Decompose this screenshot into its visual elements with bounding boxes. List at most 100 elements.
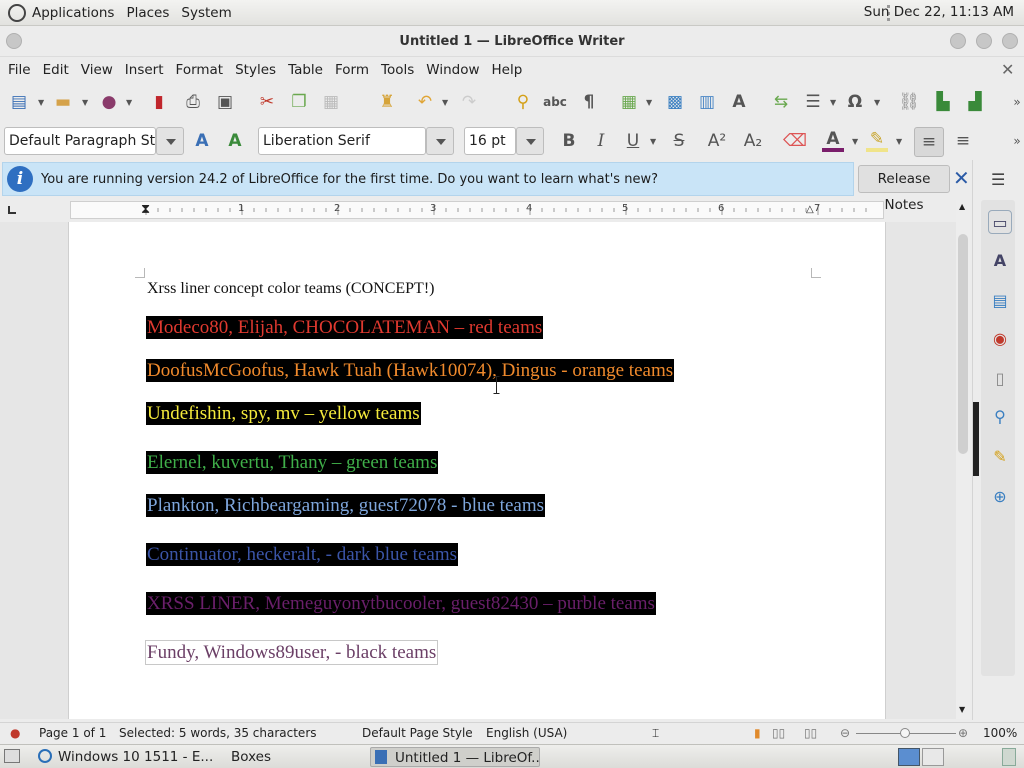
team-line-red[interactable]: Modeco80, Elijah, CHOCOLATEMAN – red tea… <box>146 316 544 339</box>
menu-file[interactable]: File <box>2 62 37 78</box>
left-indent-marker-icon[interactable]: ⧗ <box>141 203 150 217</box>
menu-help[interactable]: Help <box>486 62 529 78</box>
new-dropdown-icon[interactable]: ▼ <box>38 98 46 107</box>
design-icon[interactable]: ⊕ <box>988 484 1012 508</box>
menu-format[interactable]: Format <box>170 62 230 78</box>
font-size-dropdown-button[interactable] <box>516 127 544 155</box>
single-page-view-icon[interactable]: ▯▯ <box>772 726 785 740</box>
spelling-icon[interactable]: abc <box>543 91 567 113</box>
insert-hyperlink-icon[interactable]: ⛓ <box>898 91 920 113</box>
align-center-icon[interactable]: ≡ <box>952 130 974 152</box>
highlight-color-icon[interactable]: ✎ <box>866 129 888 152</box>
redo-icon[interactable]: ↷ <box>458 91 480 113</box>
insert-chart-icon[interactable]: ▥ <box>696 91 718 113</box>
taskbar-item-boxes[interactable]: Boxes <box>231 747 311 767</box>
menu-edit[interactable]: Edit <box>37 62 75 78</box>
menu-styles[interactable]: Styles <box>229 62 282 78</box>
document-heading[interactable]: Xrss liner concept color teams (CONCEPT!… <box>146 277 435 300</box>
navigator-icon[interactable]: ◉ <box>988 326 1012 350</box>
copy-icon[interactable]: ❐ <box>288 91 310 113</box>
align-left-icon[interactable]: ≡ <box>914 127 944 157</box>
panel-menu-system[interactable]: System <box>175 5 237 21</box>
show-desktop-icon[interactable] <box>4 749 20 763</box>
page-style[interactable]: Default Page Style <box>362 726 473 740</box>
selection-mode-icon[interactable]: ⌶ <box>652 726 659 741</box>
paragraph-style-dropdown-button[interactable] <box>156 127 184 155</box>
menu-form[interactable]: Form <box>329 62 375 78</box>
underline-dropdown-icon[interactable]: ▼ <box>650 137 658 146</box>
font-name-combo[interactable]: Liberation Serif <box>258 127 426 155</box>
team-line-orange[interactable]: DoofusMcGoofus, Hawk Tuah (Hawk10074), D… <box>146 359 675 382</box>
insert-footnote-icon[interactable]: ▙ <box>932 91 954 113</box>
print-preview-icon[interactable]: ▣ <box>214 91 236 113</box>
new-document-icon[interactable]: ▤ <box>8 91 30 113</box>
book-view-icon[interactable]: ▯▯ <box>804 726 817 740</box>
clone-formatting-icon[interactable]: ♜ <box>376 91 398 113</box>
document-modified-icon[interactable]: ● <box>10 726 20 740</box>
workspace-switcher[interactable] <box>898 748 920 766</box>
scrollbar-thumb[interactable] <box>958 234 968 454</box>
close-document-icon[interactable]: ✕ <box>1001 60 1014 79</box>
font-color-dropdown-icon[interactable]: ▼ <box>852 137 860 146</box>
horizontal-ruler[interactable]: 1 2 3 4 5 6 7 ⧗ △ <box>70 201 884 219</box>
team-line-yellow[interactable]: Undefishin, spy, mv – yellow teams <box>146 402 421 425</box>
distro-logo-icon[interactable] <box>8 3 26 22</box>
insert-text-box-icon[interactable]: A <box>728 91 750 113</box>
menu-window[interactable]: Window <box>420 62 485 78</box>
right-indent-marker-icon[interactable]: △ <box>806 204 814 215</box>
export-pdf-icon[interactable]: ▮ <box>148 91 170 113</box>
superscript-icon[interactable]: A² <box>706 130 728 152</box>
team-line-blue[interactable]: Plankton, Richbeargaming, guest72078 - b… <box>146 494 545 517</box>
text-language[interactable]: English (USA) <box>486 726 567 740</box>
panel-clock[interactable]: Sun Dec 22, 11:13 AM <box>864 4 1014 20</box>
save-icon[interactable]: ● <box>98 91 120 113</box>
vertical-scrollbar[interactable]: ▲ ▼ <box>956 200 970 719</box>
open-folder-icon[interactable]: ▬ <box>52 91 74 113</box>
clear-formatting-icon[interactable]: ⌫ <box>783 130 807 152</box>
maximize-button[interactable] <box>976 33 992 49</box>
new-style-icon[interactable]: A <box>224 130 246 152</box>
scroll-up-icon[interactable]: ▲ <box>959 202 965 211</box>
insert-endnote-icon[interactable]: ▟ <box>964 91 986 113</box>
team-line-dark-blue[interactable]: Continuator, heckeralt, - dark blue team… <box>146 543 458 566</box>
undo-icon[interactable]: ↶ <box>414 91 436 113</box>
taskbar-item-writer[interactable]: Untitled 1 — LibreOf... <box>370 747 540 767</box>
zoom-slider-knob[interactable] <box>900 728 910 738</box>
subscript-icon[interactable]: A₂ <box>742 130 764 152</box>
taskbar-item-boxes-vm[interactable]: Windows 10 1511 - E... <box>38 747 218 767</box>
properties-icon[interactable]: ▭ <box>988 210 1012 234</box>
panel-menu-places[interactable]: Places <box>120 5 175 21</box>
panel-menu-applications[interactable]: Applications <box>26 5 120 21</box>
print-icon[interactable]: ⎙ <box>182 91 204 113</box>
cut-icon[interactable]: ✂ <box>256 91 278 113</box>
undo-dropdown-icon[interactable]: ▼ <box>442 98 450 107</box>
styles-icon[interactable]: A <box>988 248 1012 272</box>
font-name-dropdown-button[interactable] <box>426 127 454 155</box>
trash-icon[interactable] <box>1002 748 1016 766</box>
document-page[interactable]: Xrss liner concept color teams (CONCEPT!… <box>68 222 886 719</box>
zoom-out-icon[interactable]: ⊖ <box>840 726 850 740</box>
document-area[interactable]: Xrss liner concept color teams (CONCEPT!… <box>0 222 970 719</box>
special-character-dropdown-icon[interactable]: ▼ <box>874 98 882 107</box>
team-line-purple[interactable]: XRSS LINER, Memeguyonytbucooler, guest82… <box>146 592 656 615</box>
insert-field-icon[interactable]: ☰ <box>802 91 824 113</box>
sidebar-collapse-handle[interactable] <box>973 402 979 476</box>
insert-page-break-icon[interactable]: ⇆ <box>770 91 792 113</box>
workspace-switcher-empty[interactable] <box>922 748 944 766</box>
tab-stop-icon[interactable] <box>8 206 16 214</box>
font-color-icon[interactable]: A <box>822 129 844 152</box>
italic-icon[interactable]: I <box>590 130 612 152</box>
word-count[interactable]: Selected: 5 words, 35 characters <box>119 726 317 740</box>
strikethrough-icon[interactable]: S <box>668 130 690 152</box>
close-window-button[interactable] <box>1002 33 1018 49</box>
zoom-level[interactable]: 100% <box>983 726 1017 740</box>
insert-image-icon[interactable]: ▩ <box>664 91 686 113</box>
toolbar-overflow-icon[interactable]: » <box>1006 91 1024 113</box>
font-size-combo[interactable]: 16 pt <box>464 127 516 155</box>
find-replace-icon[interactable]: ⚲ <box>512 91 534 113</box>
toolbar2-overflow-icon[interactable]: » <box>1006 130 1024 152</box>
zoom-in-icon[interactable]: ⊕ <box>958 726 968 740</box>
sidebar-menu-icon[interactable]: ☰ <box>991 170 1005 189</box>
minimize-button[interactable] <box>950 33 966 49</box>
table-dropdown-icon[interactable]: ▼ <box>646 98 654 107</box>
